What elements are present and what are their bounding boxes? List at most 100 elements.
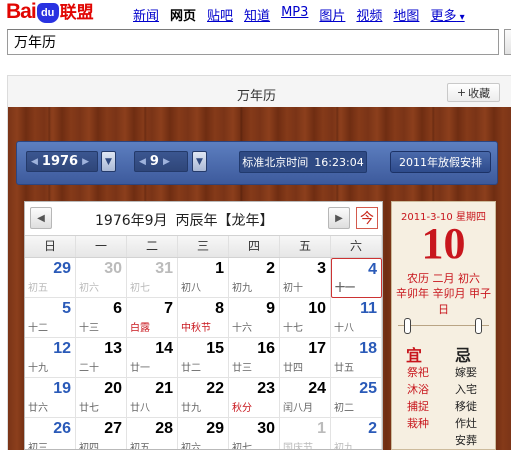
day-cell[interactable]: 29 初六	[178, 418, 229, 449]
day-number: 1	[215, 260, 224, 277]
day-cell[interactable]: 29 初五	[25, 258, 76, 298]
next-month-icon[interactable]: ▶	[328, 207, 350, 229]
day-cell[interactable]: 20 廿七	[76, 378, 127, 418]
month-dropdown-icon[interactable]: ▼	[192, 151, 207, 172]
day-cell[interactable]: 28 初五	[127, 418, 178, 450]
day-lunar: 初十	[283, 283, 303, 294]
day-lunar: 十六	[232, 323, 252, 334]
month-calendar: ◀ 1976年9月 丙辰年【龙年】 ▶ 今 日 一 二 三 四 五 六 29 初五 3…	[24, 201, 383, 450]
day-cell[interactable]: 27 初四	[76, 418, 127, 449]
day-number: 9	[266, 300, 275, 317]
nav-images[interactable]: 图片	[319, 5, 345, 24]
day-cell[interactable]: 22 廿九	[178, 378, 229, 418]
day-lunar: 国庆节	[283, 443, 313, 450]
weekday-wed: 三	[178, 236, 229, 257]
day-lunar: 廿四	[283, 363, 303, 374]
day-cell[interactable]: 30 初六	[76, 258, 127, 298]
day-cell[interactable]: 30 初七	[229, 418, 280, 449]
nav-video[interactable]: 视频	[356, 5, 382, 24]
day-number: 20	[104, 380, 122, 397]
day-number: 5	[62, 300, 71, 317]
search-input[interactable]	[7, 29, 499, 55]
day-cell[interactable]: 13 二十	[76, 338, 127, 378]
day-cell[interactable]: 21 廿八	[127, 378, 178, 418]
today-button[interactable]: 今	[356, 207, 378, 229]
day-cell[interactable]: 1 国庆节	[280, 418, 331, 450]
day-cell[interactable]: 18 廿五	[331, 338, 382, 378]
day-cell[interactable]: 25 初二	[331, 378, 382, 418]
day-lunar: 中秋节	[181, 323, 211, 334]
year-prev-icon[interactable]: ◀	[27, 157, 42, 167]
day-lunar: 十一	[335, 283, 355, 294]
baidu-lianmeng-logo[interactable]: Bai du 联盟	[6, 0, 94, 24]
nav-tieba[interactable]: 贴吧	[207, 5, 233, 24]
day-cell[interactable]: 16 廿三	[229, 338, 280, 378]
day-cell[interactable]: 31 初七	[127, 258, 178, 298]
day-cell[interactable]: 26 初三	[25, 418, 76, 450]
nav-zhidao[interactable]: 知道	[244, 5, 270, 24]
day-number: 15	[206, 340, 224, 357]
day-cell[interactable]: 7 白露	[127, 298, 178, 338]
day-cell[interactable]: 8 中秋节	[178, 298, 229, 338]
weekday-tue: 二	[127, 236, 178, 257]
year-next-icon[interactable]: ▶	[78, 157, 93, 167]
day-number: 3	[317, 260, 326, 277]
holiday-schedule-button[interactable]: 2011年放假安排	[390, 151, 491, 173]
day-number: 17	[308, 340, 326, 357]
month-prev-icon[interactable]: ◀	[135, 157, 150, 167]
day-cell[interactable]: 15 廿二	[178, 338, 229, 378]
day-cell[interactable]: 5 十二	[25, 298, 76, 338]
almanac-panel: 2011-3-10 星期四 10 农历 二月 初六 辛卯年 辛卯月 甲子日 宜 …	[391, 201, 496, 450]
year-dropdown-icon[interactable]: ▼	[101, 151, 116, 172]
weekday-sat: 六	[331, 236, 382, 257]
day-cell[interactable]: 19 廿六	[25, 378, 76, 418]
weekday-thu: 四	[229, 236, 280, 257]
nav-map[interactable]: 地图	[393, 5, 419, 24]
day-lunar: 初七	[130, 283, 150, 294]
year-selector[interactable]: ◀ 1976 ▶	[26, 151, 98, 172]
yi-item: 祭祀	[407, 366, 429, 379]
day-cell[interactable]: 23 秋分	[229, 378, 280, 418]
day-cell[interactable]: 12 十九	[25, 338, 76, 378]
day-cell[interactable]: 17 廿四	[280, 338, 331, 378]
day-number: 24	[308, 380, 326, 397]
weekday-fri: 五	[280, 236, 331, 257]
nav-web[interactable]: 网页	[170, 5, 196, 24]
day-lunar: 闰八月	[283, 403, 313, 414]
day-cell[interactable]: 11 十八	[331, 298, 382, 338]
day-cell[interactable]: 2 初九	[331, 418, 382, 449]
day-number: 30	[104, 260, 122, 277]
day-cell[interactable]: 14 廿一	[127, 338, 178, 378]
calendar-title-date: 1976年9月	[95, 213, 168, 229]
day-cell[interactable]: 9 十六	[229, 298, 280, 338]
ji-item: 嫁娶	[455, 366, 477, 379]
calendar-header: ◀ 1976年9月 丙辰年【龙年】 ▶ 今	[25, 202, 382, 235]
month-selector[interactable]: ◀ 9 ▶	[134, 151, 188, 172]
day-lunar: 十九	[28, 363, 48, 374]
day-lunar: 廿二	[181, 363, 201, 374]
nav-mp3[interactable]: MP3	[281, 5, 308, 24]
search-button[interactable]	[504, 29, 511, 55]
day-lunar: 廿三	[232, 363, 252, 374]
day-lunar: 廿八	[130, 403, 150, 414]
day-cell[interactable]: 6 十三	[76, 298, 127, 338]
nav-news[interactable]: 新闻	[133, 5, 159, 24]
day-lunar: 廿七	[79, 403, 99, 414]
ji-label: 忌	[455, 346, 472, 365]
day-lunar: 初五	[130, 443, 150, 450]
day-number: 7	[164, 300, 173, 317]
day-lunar: 初三	[28, 443, 48, 450]
nav-more[interactable]: 更多	[430, 5, 464, 24]
day-number: 29	[53, 260, 71, 277]
almanac-day: 10	[421, 219, 466, 268]
day-cell[interactable]: 10 十七	[280, 298, 331, 338]
day-cell[interactable]: 3 初十	[280, 258, 331, 298]
day-cell[interactable]: 24 闰八月	[280, 378, 331, 418]
day-cell[interactable]: 1 初八	[178, 258, 229, 298]
favorite-button[interactable]: + 收藏	[447, 83, 500, 102]
ring-icon	[475, 318, 482, 334]
day-cell[interactable]: 4 十一	[331, 258, 382, 298]
prev-month-icon[interactable]: ◀	[30, 207, 52, 229]
day-cell[interactable]: 2 初九	[229, 258, 280, 298]
month-next-icon[interactable]: ▶	[159, 157, 174, 167]
